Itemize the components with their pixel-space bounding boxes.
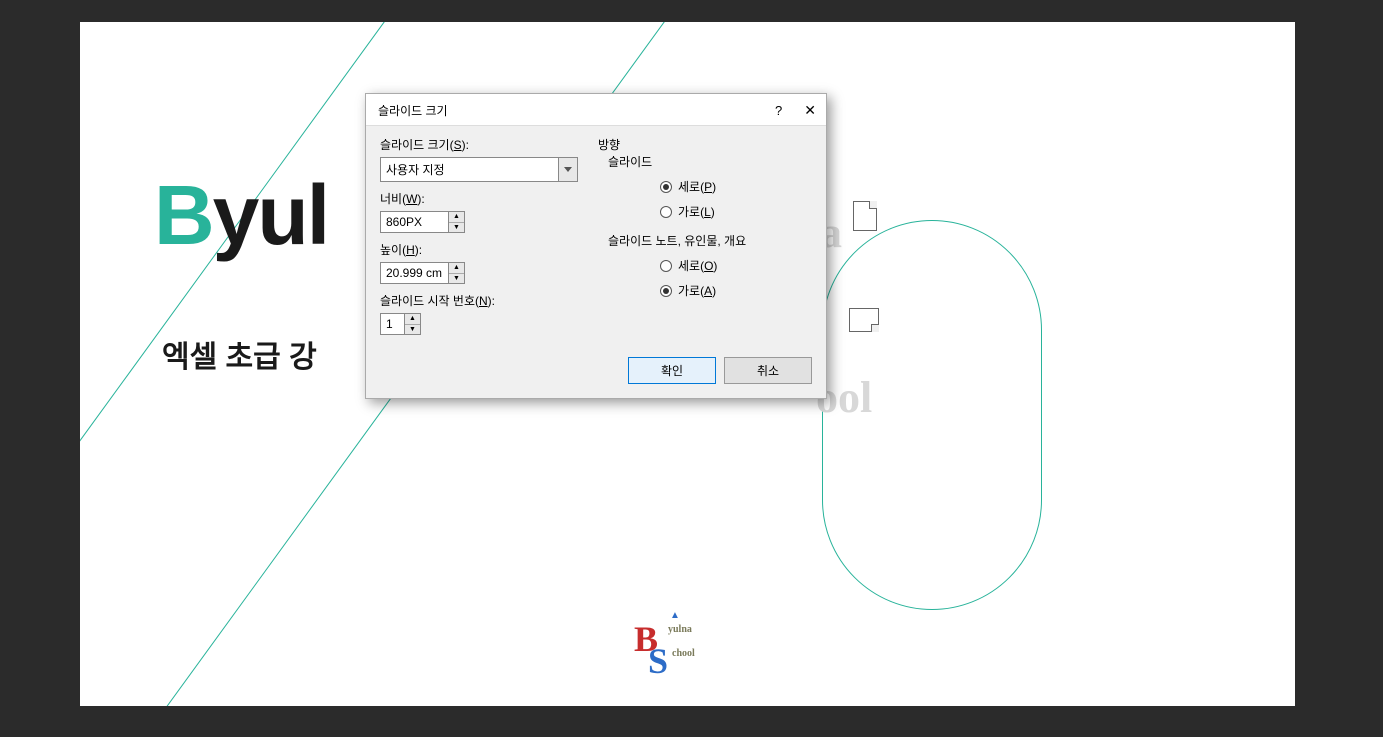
slide-landscape-label: 가로(L) (678, 203, 715, 220)
title-accent: B (154, 168, 213, 262)
start-number-label: 슬라이드 시작 번호(N): (380, 292, 580, 309)
logo-chool: chool (672, 648, 695, 659)
slide-subtitle: 엑셀 초급 강 (162, 332, 317, 376)
notes-portrait-label: 세로(O) (678, 257, 717, 274)
radio-icon (660, 260, 672, 272)
notes-landscape-label: 가로(A) (678, 282, 716, 299)
title-rest: yul (213, 168, 328, 262)
slide-orientation-label: 슬라이드 (608, 153, 812, 170)
radio-icon (660, 285, 672, 297)
dialog-footer: 확인 취소 (366, 349, 826, 398)
width-input[interactable]: 860PX (380, 211, 448, 233)
orientation-title: 방향 (598, 138, 620, 152)
dialog-right-column: 방향 슬라이드 세로(P) 가로(L) 슬라이드 노트, 유인물, 개요 (598, 136, 812, 343)
slide-logo: ▲ B S yulna chool (634, 612, 714, 682)
dialog-body: 슬라이드 크기(S): 사용자 지정 너비(W): 860PX ▲ ▼ 높이(H… (366, 126, 826, 349)
slide-landscape-radio[interactable]: 가로(L) (660, 203, 812, 220)
notes-orientation-label: 슬라이드 노트, 유인물, 개요 (608, 232, 812, 249)
notes-portrait-radio[interactable]: 세로(O) (660, 257, 812, 274)
landscape-page-icon (849, 308, 879, 332)
startnum-spin-up[interactable]: ▲ (405, 314, 420, 325)
height-spin-up[interactable]: ▲ (449, 263, 464, 274)
width-spin-up[interactable]: ▲ (449, 212, 464, 223)
logo-star-icon: ▲ (670, 610, 680, 621)
dialog-title: 슬라이드 크기 (378, 102, 448, 119)
dialog-titlebar[interactable]: 슬라이드 크기 ? ✕ (366, 94, 826, 126)
width-spin-down[interactable]: ▼ (449, 223, 464, 233)
slide-portrait-radio[interactable]: 세로(P) (660, 178, 812, 195)
start-number-spinner[interactable]: 1 ▲ ▼ (380, 313, 422, 335)
notes-landscape-radio[interactable]: 가로(A) (660, 282, 812, 299)
height-input[interactable]: 20.999 cm (380, 262, 448, 284)
portrait-page-icon (853, 201, 877, 231)
height-label: 높이(H): (380, 241, 580, 258)
radio-icon (660, 181, 672, 193)
ok-button[interactable]: 확인 (628, 357, 716, 384)
close-button[interactable]: ✕ (804, 102, 816, 119)
slide-size-dialog: 슬라이드 크기 ? ✕ 슬라이드 크기(S): 사용자 지정 너비(W): 86… (365, 93, 827, 399)
width-label: 너비(W): (380, 190, 580, 207)
slide-title: Byul (154, 167, 328, 264)
slide-size-label: 슬라이드 크기(S): (380, 136, 580, 153)
height-spin-down[interactable]: ▼ (449, 274, 464, 284)
dropdown-arrow-icon[interactable] (558, 157, 578, 182)
width-spinner[interactable]: 860PX ▲ ▼ (380, 211, 470, 233)
cancel-button[interactable]: 취소 (724, 357, 812, 384)
startnum-spin-down[interactable]: ▼ (405, 325, 420, 335)
radio-icon (660, 206, 672, 218)
logo-s: S (648, 640, 668, 682)
slide-size-value: 사용자 지정 (380, 157, 558, 182)
slide-size-dropdown[interactable]: 사용자 지정 (380, 157, 578, 182)
help-button[interactable]: ? (775, 103, 782, 118)
start-number-input[interactable]: 1 (380, 313, 404, 335)
logo-yulna: yulna (668, 624, 692, 635)
slide-portrait-label: 세로(P) (678, 178, 716, 195)
dialog-left-column: 슬라이드 크기(S): 사용자 지정 너비(W): 860PX ▲ ▼ 높이(H… (380, 136, 580, 343)
height-spinner[interactable]: 20.999 cm ▲ ▼ (380, 262, 470, 284)
